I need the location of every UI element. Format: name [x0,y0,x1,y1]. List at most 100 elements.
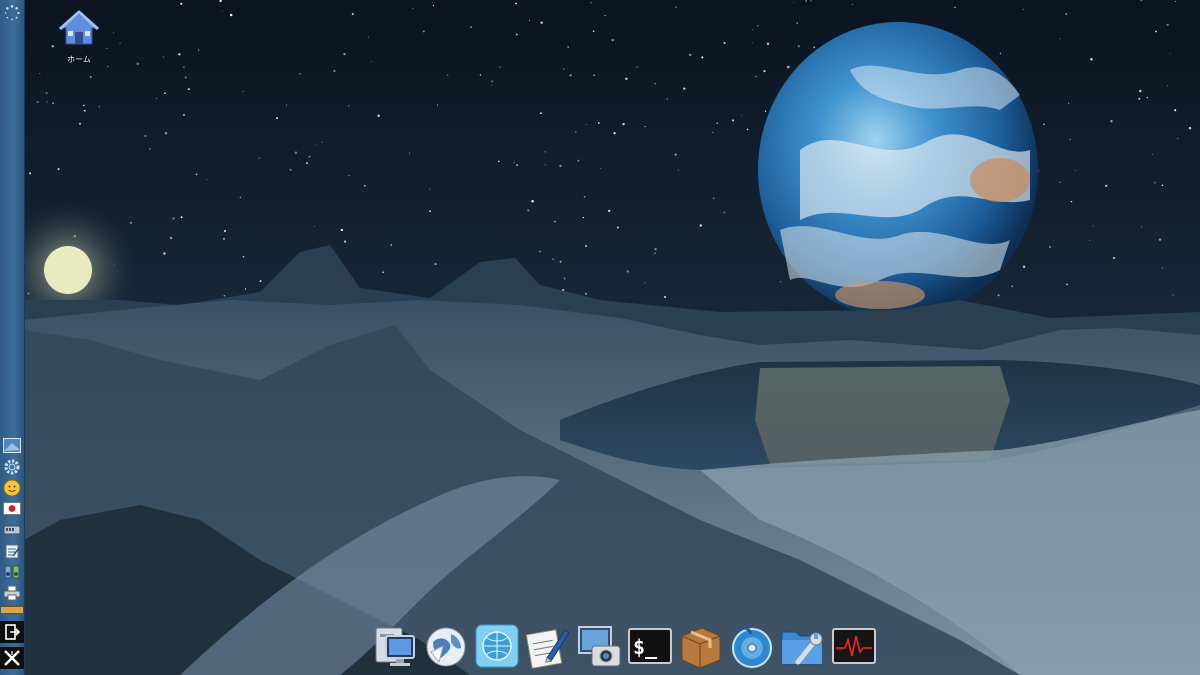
star [712,131,714,133]
dock-item-text-editor[interactable] [525,621,571,671]
gear-icon[interactable] [2,457,22,476]
dock-item-network-browser[interactable] [474,621,520,671]
star [1112,257,1116,260]
star [119,42,121,44]
star [144,134,147,138]
dock-item-file-manager[interactable] [372,621,418,671]
star [479,74,482,76]
star [1155,30,1157,33]
star [195,173,198,176]
star [677,169,679,171]
logout-icon[interactable] [0,621,24,643]
star [1067,102,1070,104]
dock-item-browser[interactable] [423,621,469,671]
star [701,56,704,59]
dock-item-system-monitor[interactable] [831,621,877,671]
screen-preview-icon[interactable] [2,436,22,455]
star [1140,226,1142,228]
star [625,77,628,80]
star [136,62,139,65]
globe-blue-icon [474,622,520,670]
star [1043,123,1045,126]
star [244,288,247,290]
star [39,73,41,75]
desktop-icon-home[interactable]: ホーム [52,10,106,65]
star [540,112,542,115]
star [1161,184,1164,187]
star [78,122,82,125]
x-logo-icon[interactable] [0,647,24,669]
star [559,260,562,263]
star [1177,138,1179,140]
star [1059,38,1061,40]
star [600,167,602,169]
star [766,42,770,46]
star [305,162,309,165]
system-tray [2,436,22,604]
dock-item-terminal[interactable]: $_ [627,621,673,671]
star [626,270,630,273]
star [616,226,619,229]
star [851,3,854,5]
star [604,14,606,17]
star [363,184,366,187]
star [1011,285,1013,287]
dock-item-package-manager[interactable] [678,621,724,671]
loading-spinner-icon[interactable] [3,4,21,22]
star [1059,181,1061,183]
star [1167,85,1168,87]
clipboard-icon[interactable] [2,541,22,560]
desktop-icon-label: ホーム [67,55,91,64]
star [321,141,323,143]
star [636,66,638,68]
star [654,82,657,85]
star [1069,138,1071,141]
star [997,294,1000,297]
star [582,216,585,219]
star [285,104,288,106]
star [757,25,759,27]
star [499,66,501,68]
dock-item-settings-tool[interactable] [780,621,826,671]
star [315,144,317,146]
star [764,110,767,112]
star [197,49,200,51]
star [57,168,60,171]
star [164,132,168,135]
star [567,46,570,48]
star [107,65,109,68]
heartbeat-monitor-icon [831,622,877,670]
network-icon[interactable] [2,520,22,539]
star [1089,239,1091,241]
star [611,38,614,42]
notepad-pencil-icon [525,622,571,670]
star [221,10,223,12]
star [28,172,32,175]
star [83,104,85,107]
star [371,61,373,63]
star [563,68,565,70]
star [1049,246,1051,248]
printer-icon[interactable] [2,583,22,602]
star [1022,8,1024,10]
dock-item-screenshot[interactable] [576,621,622,671]
star [377,114,380,118]
star [299,73,301,75]
star [182,113,186,117]
star [584,292,588,296]
star [45,91,48,94]
star [683,87,686,90]
star [46,101,48,103]
star [382,271,385,274]
star [552,258,554,261]
star [113,32,115,34]
star [513,161,515,164]
dock-item-disc-burner[interactable] [729,621,775,671]
star [348,175,350,177]
star [178,53,181,56]
star [491,84,492,86]
star [333,69,336,73]
japan-flag-icon[interactable] [2,499,22,518]
user-avatar-icon[interactable] [2,478,22,497]
volume-icon[interactable] [2,562,22,581]
